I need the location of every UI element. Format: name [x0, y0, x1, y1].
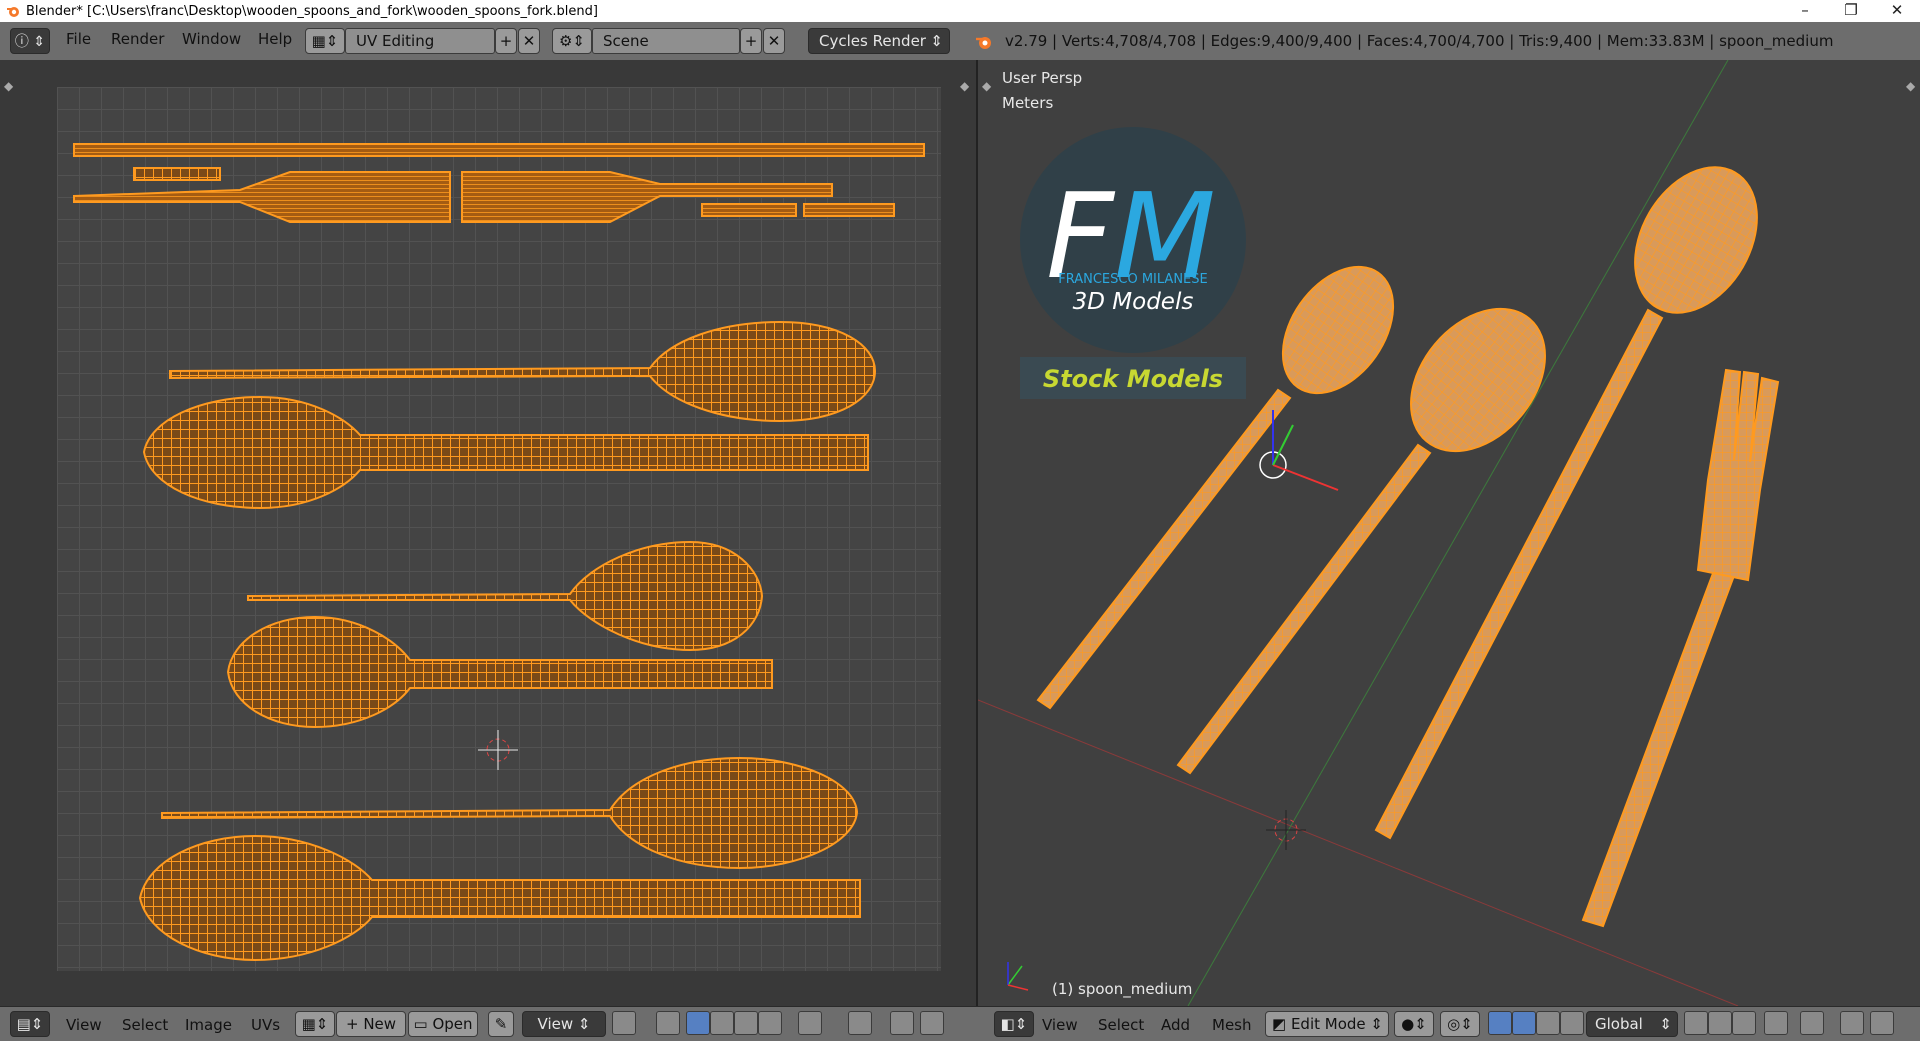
uv-strip[interactable] — [701, 203, 797, 217]
remove-scene-icon[interactable]: ✕ — [763, 28, 785, 54]
face-select-icon[interactable] — [734, 1011, 758, 1035]
uv-strip[interactable] — [133, 167, 221, 181]
snap-element-icon[interactable] — [920, 1011, 944, 1035]
uv-menu-image[interactable]: Image — [185, 1016, 232, 1034]
pivot-icon[interactable] — [612, 1011, 636, 1035]
chevron-updown-icon: ⇕ — [1659, 1015, 1672, 1033]
edge-mode-icon[interactable] — [1732, 1011, 1756, 1035]
pin-icon[interactable]: ✎ — [488, 1011, 514, 1037]
snap-toggle-icon[interactable] — [1840, 1011, 1864, 1035]
rotate-manipulator-icon[interactable] — [1536, 1011, 1560, 1035]
chevron-updown-icon: ⇕ — [573, 1015, 591, 1033]
view-mode-dropdown[interactable]: View ⇕ — [522, 1011, 606, 1037]
menu-file[interactable]: File — [66, 30, 91, 48]
close-icon[interactable]: ✕ — [1874, 0, 1920, 22]
menu-render[interactable]: Render — [111, 30, 164, 48]
add-scene-icon[interactable]: + — [740, 28, 762, 54]
editor-type-uv-button[interactable]: ▤⇕ — [10, 1011, 50, 1037]
fm-logo-name: FRANCESCO MILANESE — [1058, 272, 1207, 287]
region-toggle-icon[interactable]: ◆ — [982, 79, 992, 93]
scale-manipulator-icon[interactable] — [1560, 1011, 1584, 1035]
menu-window[interactable]: Window — [182, 30, 241, 48]
orientation-dropdown[interactable]: Global ⇕ — [1586, 1011, 1678, 1037]
y-axis-line — [1187, 60, 1729, 1006]
units-label: Meters — [1002, 94, 1054, 112]
render-engine-dropdown[interactable]: Cycles Render ⇕ — [808, 28, 950, 54]
menu-help[interactable]: Help — [258, 30, 292, 48]
region-toggle-icon[interactable]: ◆ — [1906, 79, 1916, 93]
editor-type-3d-button[interactable]: ◧⇕ — [994, 1011, 1034, 1037]
proportional-editing-icon[interactable] — [1800, 1011, 1824, 1035]
window-titlebar: Blender* [C:\Users\franc\Desktop\wooden_… — [0, 0, 1920, 22]
active-object-label: (1) spoon_medium — [1052, 980, 1193, 998]
axis-indicator-icon — [1007, 962, 1029, 991]
restore-icon[interactable]: ❐ — [1828, 0, 1874, 22]
open-image-button[interactable]: ▭ Open — [408, 1011, 478, 1037]
stock-models-text: Stock Models — [1043, 365, 1223, 393]
move-manipulator-icon[interactable] — [1512, 1011, 1536, 1035]
info-icon: ⓘ ⇕ — [14, 34, 46, 50]
edit-mode-icon: ◩ — [1272, 1015, 1291, 1033]
blender-icon — [7, 7, 19, 17]
mode-dropdown[interactable]: ◩ Edit Mode ⇕ — [1265, 1011, 1389, 1037]
sync-selection-icon[interactable] — [656, 1011, 680, 1035]
uv-strip[interactable] — [803, 203, 895, 217]
2d-cursor-icon[interactable] — [478, 730, 518, 770]
3d-cursor-icon[interactable] — [1266, 810, 1306, 850]
3d-menu-view[interactable]: View — [1042, 1016, 1078, 1034]
3d-menu-mesh[interactable]: Mesh — [1212, 1016, 1252, 1034]
scene-field[interactable]: Scene — [592, 28, 740, 54]
screen-layout-icon[interactable]: ▦⇕ — [305, 28, 345, 54]
image-browse-icon[interactable]: ▦⇕ — [295, 1011, 335, 1037]
vertex-mode-icon[interactable] — [1708, 1011, 1732, 1035]
layers-icon[interactable] — [1684, 1011, 1708, 1035]
3d-menu-select[interactable]: Select — [1098, 1016, 1144, 1034]
folder-icon: ▭ — [413, 1015, 433, 1033]
region-toggle-icon[interactable]: ◆ — [4, 79, 14, 93]
scene-stats: v2.79 | Verts:4,708/4,708 | Edges:9,400/… — [1005, 32, 1834, 50]
3d-menu-add[interactable]: Add — [1161, 1016, 1190, 1034]
pivot-point-icon[interactable]: ◎⇕ — [1440, 1011, 1480, 1037]
snap-icon[interactable] — [890, 1011, 914, 1035]
edge-select-icon[interactable] — [710, 1011, 734, 1035]
plus-icon: + — [345, 1015, 364, 1033]
uv-menu-uvs[interactable]: UVs — [251, 1016, 280, 1034]
editor-type-info-button[interactable]: ⓘ ⇕ — [10, 28, 50, 54]
fm-logo-tagline: 3D Models — [1073, 289, 1194, 315]
region-toggle-icon[interactable]: ◆ — [960, 79, 970, 93]
cube-icon: ◧⇕ — [1000, 1015, 1028, 1033]
uv-islands[interactable]: ◆ ◆ — [0, 60, 976, 1006]
image-editor-icon: ▤⇕ — [16, 1015, 44, 1033]
viewport-scene[interactable]: F M FRANCESCO MILANESE 3D Models Stock M… — [978, 60, 1920, 1006]
screen-layout-field[interactable]: UV Editing — [345, 28, 495, 54]
scene-icon[interactable]: ⚙⇕ — [552, 28, 592, 54]
snap-target-icon[interactable] — [1870, 1011, 1894, 1035]
uv-strip[interactable] — [73, 171, 451, 223]
occlude-geometry-icon[interactable] — [1764, 1011, 1788, 1035]
add-screen-icon[interactable]: + — [495, 28, 517, 54]
uv-menu-view[interactable]: View — [66, 1016, 102, 1034]
chevron-updown-icon: ⇕ — [1370, 1015, 1383, 1033]
window-title: Blender* [C:\Users\franc\Desktop\wooden_… — [26, 3, 598, 19]
uv-menu-select[interactable]: Select — [122, 1016, 168, 1034]
uv-strip[interactable] — [73, 143, 925, 157]
minimize-icon[interactable]: – — [1782, 0, 1828, 22]
proportional-edit-icon[interactable] — [848, 1011, 872, 1035]
blender-logo-icon — [976, 37, 991, 49]
sticky-select-icon[interactable] — [798, 1011, 822, 1035]
island-select-icon[interactable] — [758, 1011, 782, 1035]
remove-screen-icon[interactable]: ✕ — [518, 28, 540, 54]
new-image-button[interactable]: + New — [336, 1011, 406, 1037]
chevron-updown-icon: ⇕ — [930, 32, 943, 50]
view-name: User Persp — [1002, 69, 1083, 87]
shading-dropdown-icon[interactable]: ●⇕ — [1394, 1011, 1434, 1037]
vertex-select-icon[interactable] — [686, 1011, 710, 1035]
translate-manipulator-icon[interactable] — [1488, 1011, 1512, 1035]
